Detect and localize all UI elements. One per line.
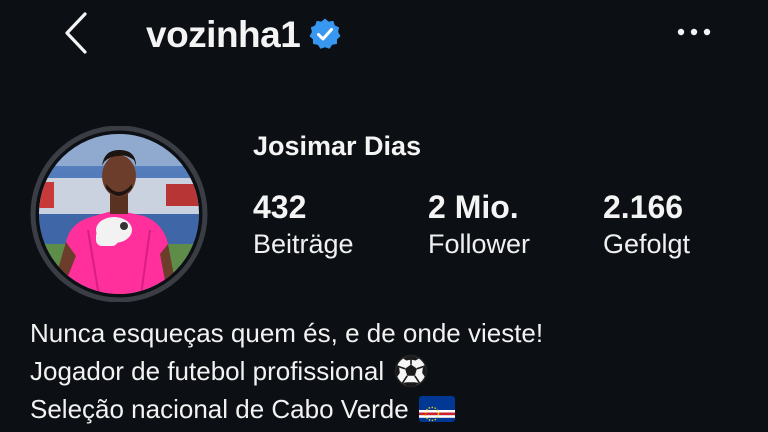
following-count: 2.166 <box>603 189 684 225</box>
bio-line: Seleção nacional de Cabo Verde <box>30 390 750 428</box>
posts-stat[interactable]: 432 Beiträge <box>253 190 403 262</box>
bio-line: Nunca esqueças quem és, e de onde vieste… <box>30 314 750 352</box>
posts-count: 432 <box>253 189 307 225</box>
username-container: vozinha1 <box>146 12 342 56</box>
bio-text: Nunca esqueças quem és, e de onde vieste… <box>30 318 544 348</box>
posts-label: Beiträge <box>253 229 354 259</box>
back-button[interactable] <box>54 10 98 56</box>
display-name: Josimar Dias <box>253 131 422 161</box>
followers-count: 2 Mio. <box>428 189 519 225</box>
followers-stat[interactable]: 2 Mio. Follower <box>428 190 578 262</box>
verified-badge-icon <box>308 17 342 51</box>
cape-verde-flag-icon <box>418 396 455 422</box>
followers-label: Follower <box>428 229 531 259</box>
following-stat[interactable]: 2.166 Gefolgt <box>603 190 753 262</box>
bio-line: Jogador de futebol profissional <box>30 352 750 390</box>
bio-text: Seleção nacional de Cabo Verde <box>30 394 409 424</box>
following-label: Gefolgt <box>603 229 691 259</box>
more-horizontal-icon <box>677 28 711 36</box>
bio-text: Jogador de futebol profissional <box>30 356 385 386</box>
profile-avatar[interactable] <box>16 126 222 302</box>
chevron-left-icon <box>65 12 87 54</box>
username: vozinha1 <box>146 13 301 55</box>
profile-header: vozinha1 <box>0 0 768 66</box>
more-options-button[interactable] <box>672 14 716 50</box>
soccer-ball-icon <box>394 354 428 388</box>
profile-page: vozinha1 Josimar Dias 432 Beiträge 2 Mio… <box>0 0 768 432</box>
profile-bio: Nunca esqueças quem és, e de onde vieste… <box>30 314 750 428</box>
